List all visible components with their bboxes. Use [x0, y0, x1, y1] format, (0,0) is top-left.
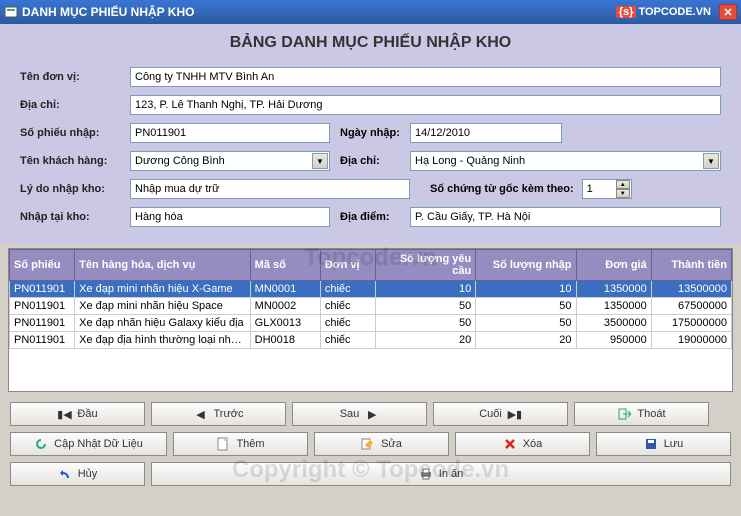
inan-button[interactable]: In ấn [151, 462, 731, 486]
cell[interactable]: 50 [476, 298, 576, 315]
data-grid[interactable]: Số phiếuTên hàng hóa, dịch vụMã sốĐơn vị… [8, 248, 733, 392]
cell[interactable]: 50 [476, 315, 576, 332]
prev-icon: ◀ [193, 407, 207, 421]
khach-hang-select[interactable] [130, 151, 330, 171]
undo-icon [58, 467, 72, 481]
ly-do-label: Lý do nhập kho: [20, 183, 130, 195]
xoa-button[interactable]: Xóa [455, 432, 590, 456]
col-header[interactable]: Tên hàng hóa, dịch vụ [75, 250, 250, 281]
capnhat-button[interactable]: Cập Nhật Dữ Liệu [10, 432, 167, 456]
cell[interactable]: 50 [375, 298, 475, 315]
close-icon[interactable]: ✕ [719, 4, 737, 20]
table-row[interactable]: PN011901Xe đạp mini nhãn hiệu X-GameMN00… [10, 281, 732, 298]
cell[interactable]: Xe đạp địa hình thường loại nhỏ cỡ [75, 332, 250, 349]
dia-diem-label: Địa điểm: [340, 211, 410, 223]
dia-chi-input[interactable] [130, 95, 721, 115]
so-phieu-label: Số phiếu nhập: [20, 127, 130, 139]
nhap-tai-input[interactable] [130, 207, 330, 227]
col-header[interactable]: Mã số [250, 250, 320, 281]
form-panel: Tên đơn vị: Địa chỉ: Số phiếu nhập: Ngày… [0, 58, 741, 244]
last-icon: ▶▮ [508, 407, 522, 421]
ngay-nhap-input[interactable] [410, 123, 562, 143]
table-row[interactable]: PN011901Xe đạp mini nhãn hiệu SpaceMN000… [10, 298, 732, 315]
dia-chi-kh-select[interactable] [410, 151, 721, 171]
ten-don-vi-label: Tên đơn vị: [20, 71, 130, 83]
next-icon: ▶ [365, 407, 379, 421]
dau-button[interactable]: ▮◀Đầu [10, 402, 145, 426]
col-header[interactable]: Số phiếu [10, 250, 75, 281]
dia-diem-input[interactable] [410, 207, 721, 227]
cell[interactable]: GLX0013 [250, 315, 320, 332]
edit-icon [361, 437, 375, 451]
cell[interactable]: Xe đạp mini nhãn hiệu X-Game [75, 281, 250, 298]
cell[interactable]: chiếc [320, 315, 375, 332]
cuoi-button[interactable]: Cuối▶▮ [433, 402, 568, 426]
first-icon: ▮◀ [57, 407, 71, 421]
chung-tu-label: Số chứng từ gốc kèm theo: [430, 183, 574, 195]
titlebar: DANH MỤC PHIẾU NHẬP KHO {s}TOPCODE.VN ✕ [0, 0, 741, 24]
spinner-down-icon[interactable]: ▼ [616, 189, 630, 198]
truoc-button[interactable]: ◀Trước [151, 402, 286, 426]
cell[interactable]: 175000000 [651, 315, 731, 332]
cell[interactable]: MN0002 [250, 298, 320, 315]
table-row[interactable]: PN011901Xe đạp địa hình thường loại nhỏ … [10, 332, 732, 349]
cell[interactable]: chiếc [320, 332, 375, 349]
cell[interactable]: 10 [375, 281, 475, 298]
cell[interactable]: 950000 [576, 332, 651, 349]
cell[interactable]: 1350000 [576, 298, 651, 315]
add-icon [216, 437, 230, 451]
dia-chi-label: Địa chỉ: [20, 99, 130, 111]
nhap-tai-label: Nhập tại kho: [20, 211, 130, 223]
cell[interactable]: PN011901 [10, 332, 75, 349]
khach-hang-label: Tên khách hàng: [20, 155, 130, 167]
refresh-icon [34, 437, 48, 451]
cell[interactable]: chiếc [320, 298, 375, 315]
window-title: DANH MỤC PHIẾU NHẬP KHO [22, 5, 616, 19]
cell[interactable]: PN011901 [10, 315, 75, 332]
col-header[interactable]: Số lượng nhập [476, 250, 576, 281]
dia-chi-kh-label: Địa chỉ: [340, 155, 410, 167]
cell[interactable]: 19000000 [651, 332, 731, 349]
page-title: BẢNG DANH MỤC PHIẾU NHẬP KHO [0, 24, 741, 58]
col-header[interactable]: Số lượng yêu cầu [375, 250, 475, 281]
cell[interactable]: 3500000 [576, 315, 651, 332]
table-row[interactable]: PN011901Xe đạp nhãn hiệu Galaxy kiểu địa… [10, 315, 732, 332]
cell[interactable]: 67500000 [651, 298, 731, 315]
cell[interactable]: 1350000 [576, 281, 651, 298]
sau-button[interactable]: Sau▶ [292, 402, 427, 426]
cell[interactable]: 20 [375, 332, 475, 349]
ten-don-vi-input[interactable] [130, 67, 721, 87]
logo: {s}TOPCODE.VN [616, 6, 711, 18]
save-icon [644, 437, 658, 451]
ngay-nhap-label: Ngày nhập: [340, 127, 410, 139]
so-phieu-input[interactable] [130, 123, 330, 143]
cell[interactable]: 20 [476, 332, 576, 349]
cell[interactable]: PN011901 [10, 281, 75, 298]
cell[interactable]: 10 [476, 281, 576, 298]
cell[interactable]: MN0001 [250, 281, 320, 298]
luu-button[interactable]: Lưu [596, 432, 731, 456]
sua-button[interactable]: Sửa [314, 432, 449, 456]
spinner-up-icon[interactable]: ▲ [616, 180, 630, 189]
cell[interactable]: DH0018 [250, 332, 320, 349]
ly-do-input[interactable] [130, 179, 410, 199]
window-icon [4, 5, 18, 19]
cell[interactable]: 13500000 [651, 281, 731, 298]
button-bar: ▮◀Đầu ◀Trước Sau▶ Cuối▶▮ Thoát Cập Nhật … [0, 392, 741, 496]
them-button[interactable]: Thêm [173, 432, 308, 456]
cell[interactable]: chiếc [320, 281, 375, 298]
col-header[interactable]: Đơn giá [576, 250, 651, 281]
thoat-button[interactable]: Thoát [574, 402, 709, 426]
cell[interactable]: PN011901 [10, 298, 75, 315]
exit-icon [617, 407, 631, 421]
print-icon [419, 467, 433, 481]
delete-icon [503, 437, 517, 451]
cell[interactable]: 50 [375, 315, 475, 332]
cell[interactable]: Xe đạp nhãn hiệu Galaxy kiểu địa [75, 315, 250, 332]
col-header[interactable]: Đơn vị [320, 250, 375, 281]
col-header[interactable]: Thành tiền [651, 250, 731, 281]
huy-button[interactable]: Hủy [10, 462, 145, 486]
cell[interactable]: Xe đạp mini nhãn hiệu Space [75, 298, 250, 315]
